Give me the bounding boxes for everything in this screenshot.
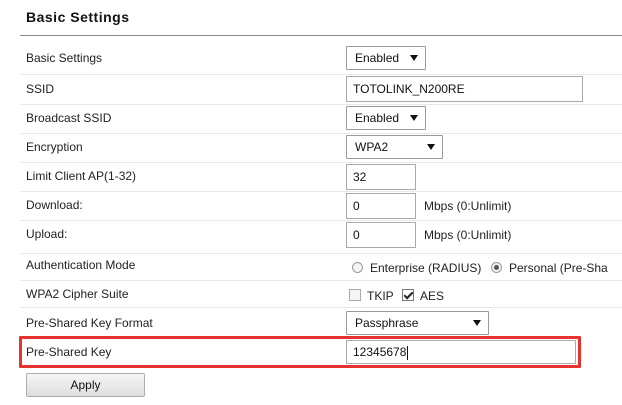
cipher-suite-label: WPA2 Cipher Suite — [26, 287, 129, 301]
download-input[interactable]: 0 — [346, 193, 416, 219]
psk-value: 12345678 — [353, 345, 407, 359]
basic-settings-select[interactable]: Enabled — [346, 46, 426, 70]
download-unit: Mbps (0:Unlimit) — [424, 199, 512, 213]
section-divider — [20, 35, 622, 36]
auth-enterprise-label: Enterprise (RADIUS) — [370, 261, 482, 275]
apply-button[interactable]: Apply — [26, 373, 145, 397]
upload-unit: Mbps (0:Unlimit) — [424, 228, 512, 242]
auth-enterprise-radio[interactable] — [352, 262, 363, 273]
chevron-down-icon — [410, 115, 418, 121]
auth-personal-radio[interactable] — [491, 262, 502, 273]
psk-format-value: Passphrase — [355, 316, 419, 330]
ssid-label: SSID — [26, 82, 55, 96]
chevron-down-icon — [410, 55, 418, 61]
download-label: Download: — [26, 198, 83, 212]
upload-value: 0 — [353, 228, 360, 242]
row-divider — [20, 104, 622, 105]
row-divider — [20, 280, 622, 281]
row-divider — [20, 74, 622, 75]
basic-settings-value: Enabled — [355, 51, 400, 65]
psk-format-label: Pre-Shared Key Format — [26, 316, 153, 330]
auth-personal-label: Personal (Pre-Sha — [509, 261, 608, 275]
psk-input[interactable]: 12345678 — [346, 340, 576, 364]
tkip-checkbox[interactable] — [349, 289, 361, 301]
row-divider — [20, 253, 622, 254]
encryption-select[interactable]: WPA2 — [346, 135, 443, 159]
limit-client-label: Limit Client AP(1-32) — [26, 169, 137, 183]
chevron-down-icon — [473, 320, 481, 326]
basic-settings-label: Basic Settings — [26, 51, 103, 65]
chevron-down-icon — [427, 144, 435, 150]
row-divider — [20, 133, 622, 134]
psk-label: Pre-Shared Key — [26, 345, 112, 359]
upload-label: Upload: — [26, 227, 68, 241]
row-divider — [20, 307, 622, 308]
broadcast-ssid-select[interactable]: Enabled — [346, 106, 426, 130]
auth-mode-label: Authentication Mode — [26, 258, 136, 272]
upload-input[interactable]: 0 — [346, 222, 416, 248]
psk-format-select[interactable]: Passphrase — [346, 311, 489, 335]
row-divider — [20, 220, 622, 221]
broadcast-ssid-value: Enabled — [355, 111, 400, 125]
encryption-label: Encryption — [26, 140, 83, 154]
row-divider — [20, 162, 622, 163]
section-title: Basic Settings — [26, 9, 130, 25]
ssid-value: TOTOLINK_N200RE — [353, 82, 465, 96]
row-divider — [20, 191, 622, 192]
broadcast-ssid-label: Broadcast SSID — [26, 111, 112, 125]
aes-checkbox[interactable] — [402, 289, 414, 301]
text-cursor — [407, 345, 409, 360]
limit-client-input[interactable]: 32 — [346, 164, 416, 190]
download-value: 0 — [353, 199, 360, 213]
limit-client-value: 32 — [353, 170, 367, 184]
aes-label: AES — [420, 289, 445, 303]
ssid-input[interactable]: TOTOLINK_N200RE — [346, 76, 583, 102]
encryption-value: WPA2 — [355, 140, 389, 154]
tkip-label: TKIP — [367, 289, 394, 303]
